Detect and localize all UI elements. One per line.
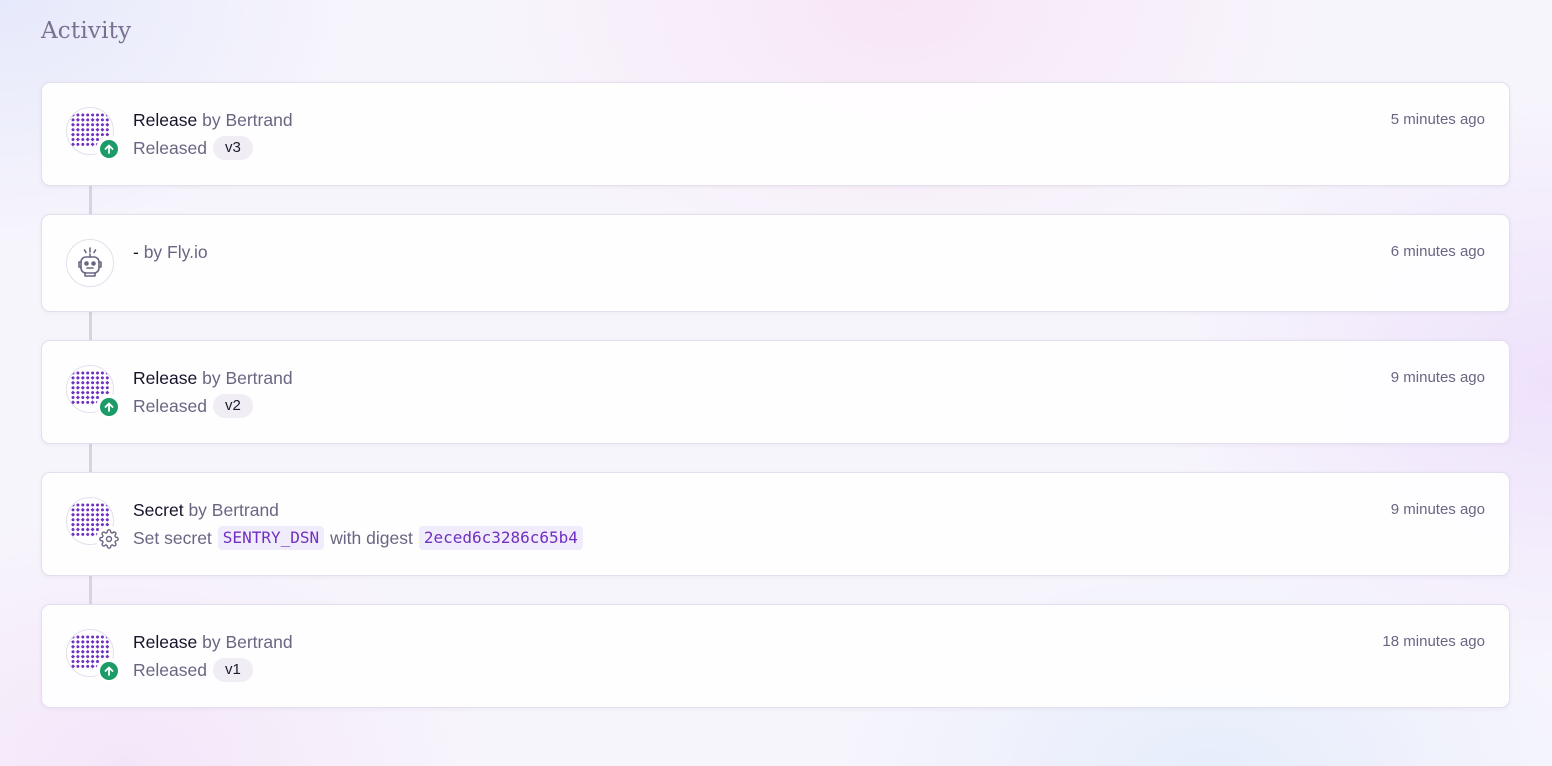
release-badge [96,136,122,162]
version-pill: v3 [212,136,253,160]
activity-time: 6 minutes ago [1390,243,1485,260]
release-badge [96,658,122,684]
activity-kind: Release [133,368,198,388]
page-title: Activity [41,18,132,44]
activity-detail: Released v1 [133,658,293,682]
arrow-up-icon [104,402,114,412]
version-pill: v2 [212,394,253,418]
detail-text: Set secret [133,528,212,548]
activity-time: 9 minutes ago [1390,369,1485,386]
digest-code: 2eced6c3286c65b4 [418,526,583,550]
timeline-connector [89,444,92,472]
activity-kind: Secret [133,500,184,520]
activity-item-system: - by Fly.io 6 minutes ago [41,214,1510,312]
secret-badge [96,526,122,552]
version-pill: v1 [212,658,253,682]
detail-text: Released [133,396,207,416]
detail-text: Released [133,660,207,680]
user-avatar [66,497,122,552]
activity-item-release: Release by Bertrand Released v2 9 minutes… [41,340,1510,444]
user-avatar [66,629,122,684]
activity-author: by Bertrand [202,368,293,388]
user-avatar [66,365,122,420]
arrow-up-icon [104,666,114,676]
activity-author: by Bertrand [202,632,293,652]
activity-detail: Released v2 [133,394,293,418]
detail-text: with digest [330,528,413,548]
activity-item-secret: Secret by Bertrand Set secret SENTRY_DSN w… [41,472,1510,576]
activity-author: by Bertrand [202,110,293,130]
release-badge [96,394,122,420]
timeline-connector [89,186,92,214]
robot-icon [78,247,102,277]
secret-name-code: SENTRY_DSN [217,526,325,550]
user-avatar [66,107,122,162]
activity-title: Release by Bertrand [133,108,293,132]
activity-title: Release by Bertrand [133,630,293,654]
activity-item-release: Release by Bertrand Released v3 5 minutes… [41,82,1510,186]
activity-time: 9 minutes ago [1390,501,1485,518]
activity-title: Secret by Bertrand [133,498,589,522]
activity-title: - by Fly.io [133,240,208,264]
activity-time: 18 minutes ago [1382,633,1485,650]
arrow-up-icon [104,144,114,154]
system-avatar [66,239,114,287]
activity-time: 5 minutes ago [1390,111,1485,128]
detail-text: Released [133,138,207,158]
timeline-connector [89,312,92,340]
activity-title: Release by Bertrand [133,366,293,390]
activity-detail: Set secret SENTRY_DSN with digest 2eced6c32… [133,526,589,550]
activity-kind: Release [133,632,198,652]
activity-author: by Fly.io [143,242,208,262]
activity-author: by Bertrand [188,500,279,520]
activity-item-release: Release by Bertrand Released v1 18 minute… [41,604,1510,708]
gear-icon [99,529,119,549]
activity-feed: Release by Bertrand Released v3 5 minutes… [41,82,1510,708]
activity-kind: - [133,242,139,262]
activity-detail: Released v3 [133,136,293,160]
timeline-connector [89,576,92,604]
activity-kind: Release [133,110,198,130]
